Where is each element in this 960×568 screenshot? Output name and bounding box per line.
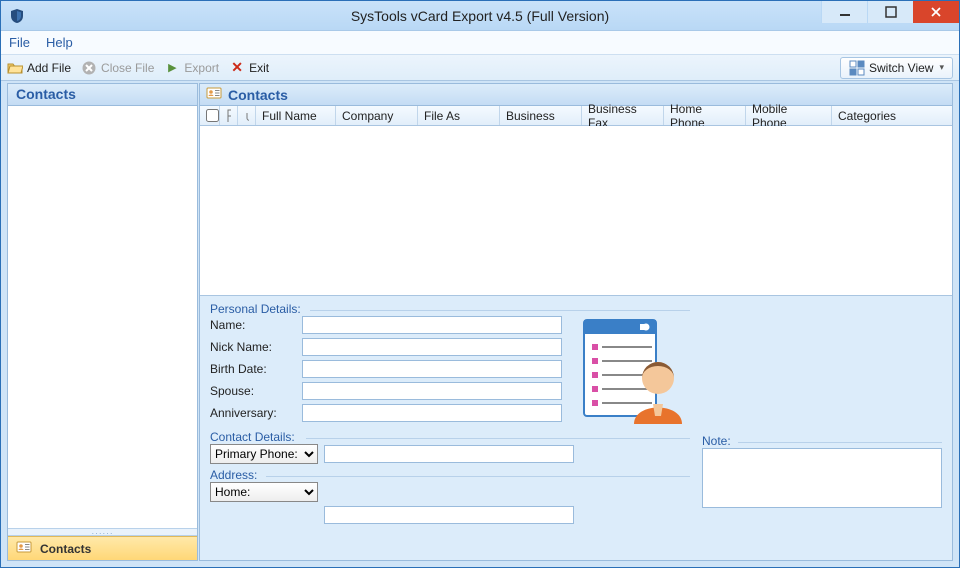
anniversary-label: Anniversary:: [210, 406, 296, 420]
folder-open-icon: [7, 60, 23, 76]
attachment-column-icon[interactable]: [238, 106, 256, 125]
contact-card-icon: [16, 539, 32, 558]
details-panel: Personal Details: Name: Nick Name: Birth…: [200, 296, 952, 560]
window-title: SysTools vCard Export v4.5 (Full Version…: [1, 8, 959, 24]
right-panel: Contacts Full Name Company File As Busin…: [199, 83, 953, 561]
add-file-button[interactable]: Add File: [7, 60, 71, 76]
col-file-as[interactable]: File As: [418, 106, 500, 125]
right-panel-title: Contacts: [228, 87, 288, 103]
col-company[interactable]: Company: [336, 106, 418, 125]
menu-help[interactable]: Help: [46, 35, 73, 50]
name-input[interactable]: [302, 316, 562, 334]
checkbox-column[interactable]: [200, 106, 220, 125]
contacts-grid[interactable]: [200, 126, 952, 296]
app-window: SysTools vCard Export v4.5 (Full Version…: [0, 0, 960, 568]
col-home-phone[interactable]: Home Phone: [664, 106, 746, 125]
phone-type-select[interactable]: Primary Phone:: [210, 444, 318, 464]
col-full-name[interactable]: Full Name: [256, 106, 336, 125]
exit-icon: ✕: [229, 60, 245, 76]
close-file-icon: [81, 60, 97, 76]
birth-date-label: Birth Date:: [210, 362, 296, 376]
maximize-button[interactable]: [867, 1, 913, 23]
birth-date-input[interactable]: [302, 360, 562, 378]
col-business[interactable]: Business: [500, 106, 582, 125]
chevron-down-icon: ▾: [939, 62, 944, 73]
toolbar: Add File Close File ▶ Export ✕ Exit Swit…: [1, 55, 959, 81]
anniversary-input[interactable]: [302, 404, 562, 422]
address-group: Address: Home:: [210, 468, 690, 524]
note-group: Note:: [702, 434, 942, 511]
col-categories[interactable]: Categories: [832, 106, 952, 125]
exit-button[interactable]: ✕ Exit: [229, 60, 269, 76]
right-panel-header: Contacts: [200, 84, 952, 106]
minimize-button[interactable]: [821, 1, 867, 23]
play-icon: ▶: [164, 60, 180, 76]
left-panel-header: Contacts: [8, 84, 197, 106]
name-label: Name:: [210, 318, 296, 332]
switch-view-label: Switch View: [869, 61, 933, 75]
contact-avatar-placeholder: [580, 316, 690, 426]
add-file-label: Add File: [27, 61, 71, 75]
col-business-fax[interactable]: Business Fax: [582, 106, 664, 125]
personal-details-group: Personal Details: Name: Nick Name: Birth…: [210, 302, 690, 426]
close-button[interactable]: [913, 1, 959, 23]
titlebar: SysTools vCard Export v4.5 (Full Version…: [1, 1, 959, 31]
address-type-select[interactable]: Home:: [210, 482, 318, 502]
exit-label: Exit: [249, 61, 269, 75]
folder-tree[interactable]: [8, 106, 197, 528]
address-legend: Address:: [210, 468, 261, 482]
spouse-input[interactable]: [302, 382, 562, 400]
note-legend: Note:: [702, 434, 735, 448]
export-label: Export: [184, 61, 219, 75]
sidebar-item-contacts[interactable]: Contacts: [8, 536, 197, 560]
grid-icon: [849, 60, 865, 76]
sidebar-contacts-label: Contacts: [40, 542, 91, 556]
address-line-input[interactable]: [324, 506, 574, 524]
spouse-label: Spouse:: [210, 384, 296, 398]
nick-name-input[interactable]: [302, 338, 562, 356]
nick-name-label: Nick Name:: [210, 340, 296, 354]
phone-value-input[interactable]: [324, 445, 574, 463]
flag-column-icon[interactable]: [220, 106, 238, 125]
left-panel: Contacts ······ Contacts: [7, 83, 198, 561]
panel-splitter[interactable]: ······: [8, 528, 197, 536]
close-file-label: Close File: [101, 61, 154, 75]
contact-details-legend: Contact Details:: [210, 430, 299, 444]
menubar: File Help: [1, 31, 959, 55]
contact-details-group: Contact Details: Primary Phone:: [210, 430, 690, 464]
personal-details-legend: Personal Details:: [210, 302, 305, 316]
contacts-header-icon: [206, 85, 222, 104]
menu-file[interactable]: File: [9, 35, 30, 50]
close-file-button[interactable]: Close File: [81, 60, 154, 76]
note-textarea[interactable]: [702, 448, 942, 508]
col-mobile-phone[interactable]: Mobile Phone: [746, 106, 832, 125]
export-button[interactable]: ▶ Export: [164, 60, 219, 76]
grid-header-row: Full Name Company File As Business Busin…: [200, 106, 952, 126]
select-all-checkbox[interactable]: [206, 109, 219, 122]
switch-view-button[interactable]: Switch View ▾: [840, 57, 953, 79]
